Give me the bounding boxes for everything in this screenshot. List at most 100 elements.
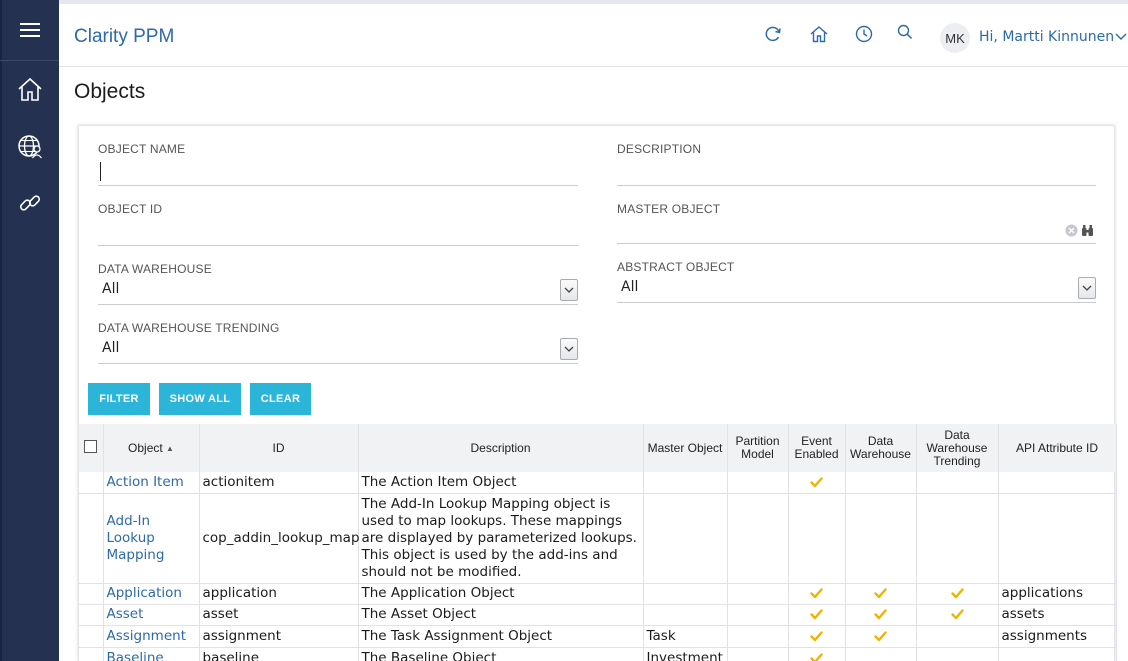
user-greeting[interactable]: Hi, Martti Kinnunen [979, 29, 1114, 45]
data-warehouse-value: All [102, 281, 120, 297]
object-name-link[interactable]: Add-In Lookup Mapping [103, 493, 200, 584]
link-icon[interactable] [17, 190, 43, 216]
refresh-icon[interactable] [763, 24, 783, 44]
globe-person-icon[interactable] [17, 133, 43, 159]
table-row[interactable]: Baseline baseline The Baseline Object Inves… [79, 647, 1117, 661]
checkmark-icon [792, 477, 842, 488]
data-warehouse-trending-select[interactable]: All [98, 334, 578, 364]
api-attribute-id-cell [998, 647, 1117, 661]
filter-button[interactable]: FILTER [88, 383, 150, 415]
row-select-cell[interactable] [79, 647, 104, 661]
api-attribute-id-cell [998, 493, 1117, 584]
search-icon[interactable] [895, 22, 915, 42]
data-warehouse-cell [845, 493, 917, 584]
data-warehouse-select[interactable]: All [98, 275, 578, 305]
row-select-cell[interactable] [79, 604, 104, 626]
partition-model-cell [727, 604, 789, 626]
app-title[interactable]: Clarity PPM [74, 26, 174, 48]
object-id-cell: assignment [199, 625, 359, 648]
clear-button[interactable]: CLEAR [250, 383, 311, 415]
abstract-object-select[interactable]: All [617, 273, 1096, 303]
show-all-button[interactable]: SHOW ALL [159, 383, 241, 415]
object-description-cell: The Baseline Object [358, 647, 644, 661]
object-name-link[interactable]: Action Item [103, 472, 200, 494]
row-select-cell[interactable] [79, 493, 104, 584]
home-icon[interactable] [17, 76, 43, 102]
object-name-link[interactable]: Assignment [103, 625, 200, 648]
checkmark-icon [920, 588, 995, 599]
object-name-link[interactable]: Baseline [103, 647, 200, 661]
master-object-input[interactable] [617, 214, 1096, 244]
description-label: DESCRIPTION [617, 142, 702, 156]
home-icon[interactable] [809, 24, 829, 44]
checkmark-icon [792, 652, 842, 661]
col-id[interactable]: ID [199, 424, 359, 472]
api-attribute-id-cell: applications [998, 583, 1117, 605]
object-id-cell: actionitem [199, 472, 359, 494]
row-select-cell[interactable] [79, 472, 104, 494]
clear-circle-icon[interactable] [1065, 224, 1078, 237]
master-object-cell: Investment [643, 647, 728, 661]
col-event-enabled[interactable]: Event Enabled [788, 424, 846, 472]
data-warehouse-trending-cell [916, 493, 999, 584]
partition-model-cell [727, 472, 789, 494]
partition-model-cell [727, 493, 789, 584]
object-id-cell: application [199, 583, 359, 605]
sort-ascending-icon: ▲ [166, 443, 174, 453]
col-data-warehouse[interactable]: Data Warehouse [845, 424, 917, 472]
abstract-object-label: ABSTRACT OBJECT [617, 260, 735, 274]
select-all-checkbox[interactable] [84, 440, 98, 453]
object-id-cell: baseline [199, 647, 359, 661]
select-all-cell[interactable] [79, 424, 104, 472]
object-name-link[interactable]: Application [103, 583, 200, 605]
object-name-link[interactable]: Asset [103, 604, 200, 626]
col-master-object[interactable]: Master Object [643, 424, 728, 472]
checkmark-icon [849, 630, 913, 642]
col-object[interactable]: Object ▲ [103, 424, 200, 472]
object-description-cell: The Action Item Object [358, 472, 644, 494]
clock-icon[interactable] [854, 24, 874, 44]
row-select-cell[interactable] [79, 583, 104, 605]
menu-button[interactable] [0, 0, 59, 61]
binoculars-icon[interactable] [1081, 224, 1094, 237]
data-warehouse-cell [845, 604, 917, 626]
hamburger-icon [19, 23, 40, 37]
object-name-input[interactable] [98, 156, 578, 186]
data-warehouse-trending-cell [916, 625, 999, 648]
avatar[interactable]: MK [940, 23, 970, 53]
data-warehouse-cell [845, 647, 917, 661]
data-warehouse-cell [845, 625, 917, 648]
col-description[interactable]: Description [358, 424, 644, 472]
object-id-input[interactable] [98, 216, 578, 246]
table-row[interactable]: Assignment assignment The Task Assignment … [79, 625, 1117, 648]
master-object-cell [643, 472, 728, 494]
object-description-cell: The Asset Object [358, 604, 644, 626]
col-api-attribute-id[interactable]: API Attribute ID [998, 424, 1117, 472]
col-data-warehouse-trending[interactable]: Data Warehouse Trending [916, 424, 999, 472]
objects-card: OBJECT NAME DESCRIPTION OBJECT ID MASTER… [78, 125, 1117, 661]
chevron-down-icon[interactable] [560, 279, 578, 301]
data-warehouse-trending-cell [916, 472, 999, 494]
table-row[interactable]: Application application The Application Ob… [79, 583, 1117, 605]
description-input[interactable] [617, 156, 1096, 186]
chevron-down-icon[interactable] [1078, 277, 1096, 299]
row-select-cell[interactable] [79, 625, 104, 648]
partition-model-cell [727, 647, 789, 661]
table-row[interactable]: Action Item actionitem The Action Item Obj… [79, 472, 1117, 494]
table-row[interactable]: Add-In Lookup Mapping cop_addin_lookup_ma… [79, 493, 1117, 584]
data-warehouse-label: DATA WAREHOUSE [98, 262, 212, 276]
event-enabled-cell [788, 647, 846, 661]
table-row[interactable]: Asset asset The Asset Object assets [79, 604, 1117, 626]
event-enabled-cell [788, 493, 846, 584]
api-attribute-id-cell: assignments [998, 625, 1117, 648]
data-warehouse-trending-cell [916, 647, 999, 661]
event-enabled-cell [788, 472, 846, 494]
checkmark-icon [920, 609, 995, 620]
partition-model-cell [727, 625, 789, 648]
data-warehouse-trending-cell [916, 604, 999, 626]
object-id-cell: asset [199, 604, 359, 626]
data-warehouse-trending-cell [916, 583, 999, 605]
col-partition-model[interactable]: Partition Model [727, 424, 789, 472]
chevron-down-icon[interactable] [560, 338, 578, 360]
chevron-down-icon[interactable] [1114, 28, 1128, 44]
